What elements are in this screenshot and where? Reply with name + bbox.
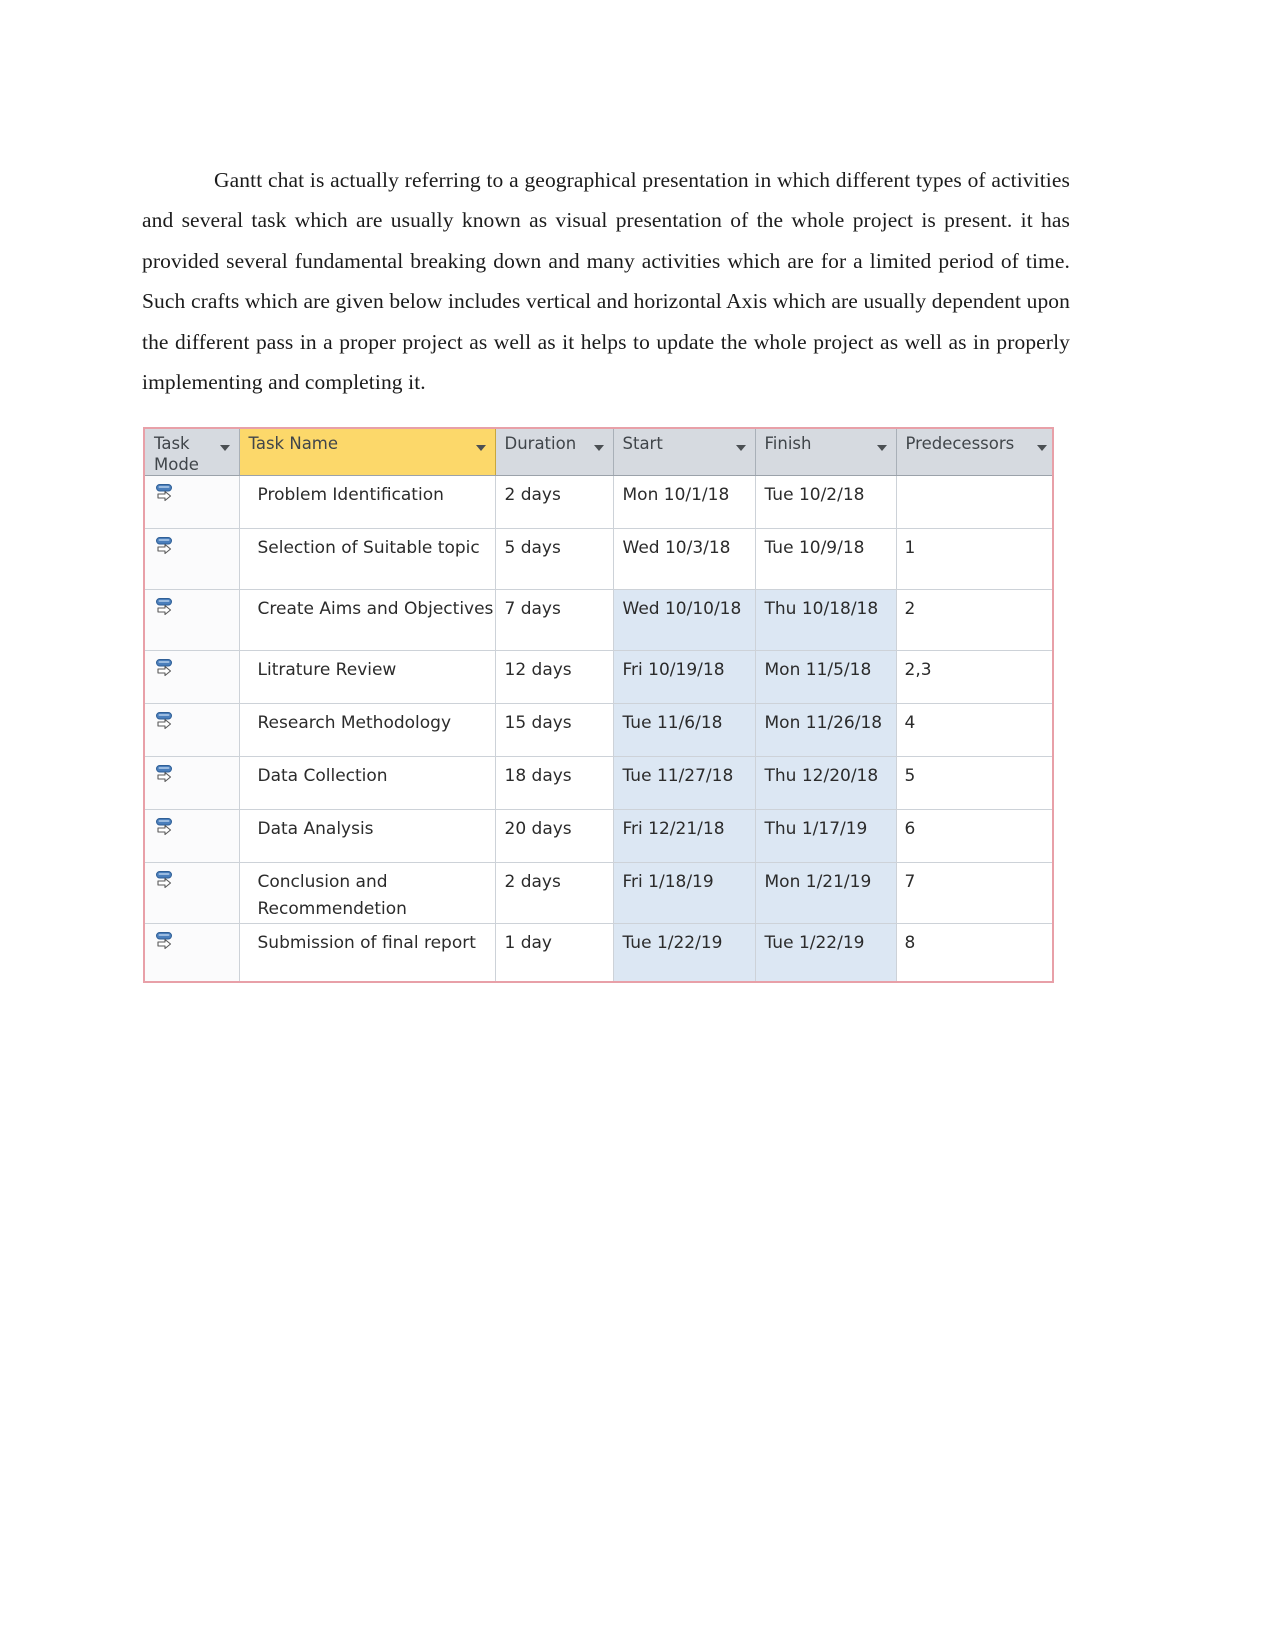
duration-cell[interactable]: 7 days	[495, 589, 614, 651]
start-date-cell[interactable]: Fri 10/19/18	[613, 650, 756, 704]
column-header-task-name[interactable]: Task Name	[239, 429, 496, 476]
project-table-inner: Task Mode Task Name Duration Start Finis…	[145, 429, 1052, 981]
table-header-row: Task Mode Task Name Duration Start Finis…	[145, 429, 1052, 476]
task-name-cell[interactable]: Conclusion and Recommendetion	[239, 862, 496, 924]
column-header-start[interactable]: Start	[613, 429, 756, 476]
predecessors-cell[interactable]: 2	[896, 589, 1052, 651]
task-mode-cell[interactable]	[145, 923, 240, 981]
page-title: Gantt chat is actually referring to a ge…	[142, 167, 1070, 395]
table-body: Problem Identification 2 days Mon 10/1/18 T…	[145, 475, 1052, 981]
finish-date-cell[interactable]: Tue 1/22/19	[755, 923, 897, 981]
predecessors-cell[interactable]: 1	[896, 528, 1052, 590]
task-mode-cell[interactable]	[145, 756, 240, 810]
task-mode-cell[interactable]	[145, 528, 240, 590]
table-row[interactable]: Litrature Review 12 days Fri 10/19/18 Mon 1…	[145, 650, 1052, 704]
start-date-cell[interactable]: Mon 10/1/18	[613, 475, 756, 529]
table-row[interactable]: Create Aims and Objectives 7 days Wed 10/1…	[145, 589, 1052, 651]
project-schedule-table-image: Task Mode Task Name Duration Start Finis…	[143, 427, 1054, 983]
filter-chevron-down-icon[interactable]	[735, 445, 746, 451]
finish-date-cell[interactable]: Tue 10/9/18	[755, 528, 897, 590]
task-name-cell[interactable]: Create Aims and Objectives	[239, 589, 496, 651]
finish-date-cell[interactable]: Mon 11/26/18	[755, 703, 897, 757]
duration-cell[interactable]: 1 day	[495, 923, 614, 981]
task-mode-cell[interactable]	[145, 862, 240, 924]
document-page: Gantt chat is actually referring to a ge…	[0, 0, 1275, 1651]
column-header-predecessors[interactable]: Predecessors	[896, 429, 1052, 476]
predecessors-cell[interactable]: 4	[896, 703, 1052, 757]
duration-cell[interactable]: 2 days	[495, 862, 614, 924]
auto-scheduled-icon	[154, 868, 180, 894]
filter-chevron-down-icon[interactable]	[593, 445, 604, 451]
duration-cell[interactable]: 2 days	[495, 475, 614, 529]
duration-cell[interactable]: 15 days	[495, 703, 614, 757]
filter-chevron-down-icon[interactable]	[1036, 445, 1047, 451]
task-mode-cell[interactable]	[145, 650, 240, 704]
task-name-cell[interactable]: Problem Identification	[239, 475, 496, 529]
task-mode-cell[interactable]	[145, 589, 240, 651]
table-row[interactable]: Research Methodology 15 days Tue 11/6/18 Mo…	[145, 703, 1052, 757]
column-header-start-label: Start	[622, 434, 663, 453]
start-date-cell[interactable]: Fri 1/18/19	[613, 862, 756, 924]
auto-scheduled-icon	[154, 595, 180, 621]
auto-scheduled-icon	[154, 481, 180, 507]
duration-cell[interactable]: 5 days	[495, 528, 614, 590]
predecessors-cell[interactable]: 5	[896, 756, 1052, 810]
table-header: Task Mode Task Name Duration Start Finis…	[145, 429, 1052, 476]
finish-date-cell[interactable]: Thu 1/17/19	[755, 809, 897, 863]
start-date-cell[interactable]: Tue 11/27/18	[613, 756, 756, 810]
column-header-task-mode[interactable]: Task Mode	[145, 429, 240, 476]
task-name-cell[interactable]: Litrature Review	[239, 650, 496, 704]
task-name-cell[interactable]: Data Collection	[239, 756, 496, 810]
start-date-cell[interactable]: Tue 1/22/19	[613, 923, 756, 981]
finish-date-cell[interactable]: Thu 10/18/18	[755, 589, 897, 651]
auto-scheduled-icon	[154, 929, 180, 955]
duration-cell[interactable]: 18 days	[495, 756, 614, 810]
table-row[interactable]: Submission of final report 1 day Tue 1/22/…	[145, 923, 1052, 981]
column-header-finish[interactable]: Finish	[755, 429, 897, 476]
column-header-predecessors-label: Predecessors	[905, 434, 1015, 453]
table-row[interactable]: Problem Identification 2 days Mon 10/1/18 T…	[145, 475, 1052, 529]
task-mode-cell[interactable]	[145, 475, 240, 529]
filter-chevron-down-icon[interactable]	[475, 445, 486, 451]
start-date-cell[interactable]: Wed 10/10/18	[613, 589, 756, 651]
task-name-cell[interactable]: Selection of Suitable topic	[239, 528, 496, 590]
start-date-cell[interactable]: Fri 12/21/18	[613, 809, 756, 863]
table-row[interactable]: Data Analysis 20 days Fri 12/21/18 Thu 1/17…	[145, 809, 1052, 863]
auto-scheduled-icon	[154, 762, 180, 788]
predecessors-cell[interactable]: 7	[896, 862, 1052, 924]
column-header-task-mode-label: Task Mode	[154, 434, 199, 474]
finish-date-cell[interactable]: Mon 1/21/19	[755, 862, 897, 924]
task-name-cell[interactable]: Submission of final report	[239, 923, 496, 981]
predecessors-cell[interactable]: 2,3	[896, 650, 1052, 704]
column-header-duration[interactable]: Duration	[495, 429, 614, 476]
column-header-finish-label: Finish	[764, 434, 812, 453]
duration-cell[interactable]: 20 days	[495, 809, 614, 863]
predecessors-cell[interactable]	[896, 475, 1052, 529]
table-row[interactable]: Conclusion and Recommendetion 2 days Fri 1…	[145, 862, 1052, 924]
column-header-task-name-label: Task Name	[248, 434, 339, 453]
start-date-cell[interactable]: Tue 11/6/18	[613, 703, 756, 757]
task-name-cell[interactable]: Research Methodology	[239, 703, 496, 757]
auto-scheduled-icon	[154, 656, 180, 682]
task-mode-cell[interactable]	[145, 809, 240, 863]
duration-cell[interactable]: 12 days	[495, 650, 614, 704]
filter-chevron-down-icon[interactable]	[876, 445, 887, 451]
filter-chevron-down-icon[interactable]	[219, 445, 230, 451]
auto-scheduled-icon	[154, 534, 180, 560]
task-mode-cell[interactable]	[145, 703, 240, 757]
finish-date-cell[interactable]: Tue 10/2/18	[755, 475, 897, 529]
task-name-cell[interactable]: Data Analysis	[239, 809, 496, 863]
predecessors-cell[interactable]: 8	[896, 923, 1052, 981]
finish-date-cell[interactable]: Mon 11/5/18	[755, 650, 897, 704]
auto-scheduled-icon	[154, 709, 180, 735]
project-schedule-table: Task Mode Task Name Duration Start Finis…	[145, 429, 1052, 981]
start-date-cell[interactable]: Wed 10/3/18	[613, 528, 756, 590]
table-row[interactable]: Data Collection 18 days Tue 11/27/18 Thu 12…	[145, 756, 1052, 810]
finish-date-cell[interactable]: Thu 12/20/18	[755, 756, 897, 810]
table-row[interactable]: Selection of Suitable topic 5 days Wed 10/…	[145, 528, 1052, 590]
predecessors-cell[interactable]: 6	[896, 809, 1052, 863]
auto-scheduled-icon	[154, 815, 180, 841]
